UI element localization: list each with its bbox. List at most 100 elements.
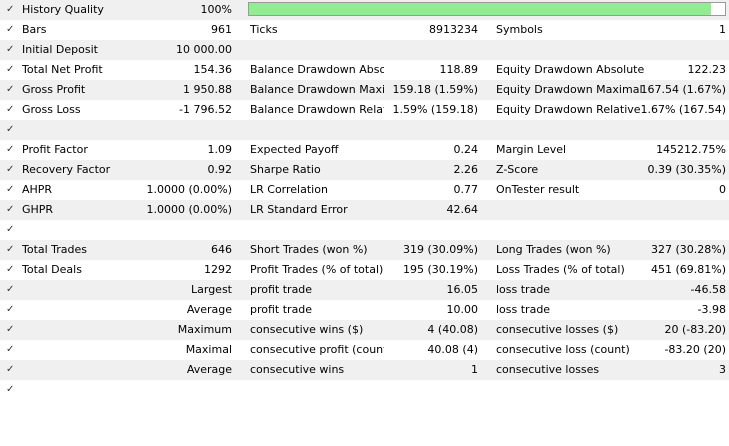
average-consecutive-group-label: Average	[186, 363, 232, 376]
total-trades-col3-value: 327 (30.28%)	[650, 243, 726, 256]
row-largest[interactable]: ✓ Largest profit trade 16.05 loss trade -46.5…	[0, 280, 729, 300]
maximum-col2-value: 4 (40.08)	[427, 323, 478, 336]
total-deals-col3-value: 451 (69.81%)	[650, 263, 726, 276]
ahpr-col2-value: 0.77	[453, 183, 479, 196]
recovery-factor-col3-value: 0.39 (30.35%)	[647, 163, 726, 176]
history-quality-bar	[248, 2, 726, 16]
total-net-profit-col2-value: 118.89	[439, 63, 479, 76]
total-net-profit-col3-value: 122.23	[687, 63, 727, 76]
maximal-col2-value: 40.08 (4)	[427, 343, 478, 356]
gross-profit-col2-value: 159.18 (1.59%)	[392, 83, 478, 96]
row-history-quality[interactable]: ✓ History Quality 100%	[0, 0, 729, 20]
row-gross-profit[interactable]: ✓ Gross Profit 1 950.88 Balance Drawdown Ma…	[0, 80, 729, 100]
recovery-factor-col2-value: 2.26	[453, 163, 479, 176]
row-blank-2[interactable]: ✓	[0, 220, 729, 240]
check-icon: ✓	[6, 244, 15, 255]
row-total-net-profit[interactable]: ✓ Total Net Profit 154.36 Balance Drawdown …	[0, 60, 729, 80]
maximal-col3-value: -83.20 (20)	[664, 343, 726, 356]
gross-profit-col3-value: 167.54 (1.67%)	[640, 83, 726, 96]
row-gross-loss[interactable]: ✓ Gross Loss -1 796.52 Balance Drawdown Rel…	[0, 100, 729, 120]
recovery-factor-col2-label: Sharpe Ratio	[250, 163, 321, 176]
maximal-col2-label: consecutive profit (count)	[250, 343, 384, 356]
check-icon: ✓	[6, 284, 15, 295]
row-ghpr[interactable]: ✓ GHPR 1.0000 (0.00%) LR Standard Error 42.6…	[0, 200, 729, 220]
check-icon: ✓	[6, 4, 15, 15]
ghpr-col2-label: LR Standard Error	[250, 203, 348, 216]
maximum-col3-value: 20 (-83.20)	[664, 323, 726, 336]
bars-col2-label: Ticks	[250, 23, 278, 36]
profit-factor-col2-label: Expected Payoff	[250, 143, 339, 156]
maximal-group-label: Maximal	[185, 343, 232, 356]
row-blank-1[interactable]: ✓	[0, 120, 729, 140]
largest-col2-label: profit trade	[250, 283, 313, 296]
gross-loss-col3-value: 1.67% (167.54)	[640, 103, 726, 116]
check-icon: ✓	[6, 104, 15, 115]
largest-col2-value: 16.05	[446, 283, 479, 296]
bars-col2-value: 8913234	[429, 23, 478, 36]
row-total-deals[interactable]: ✓ Total Deals 1292 Profit Trades (% of tota…	[0, 260, 729, 280]
row-initial-deposit[interactable]: ✓ Initial Deposit 10 000.00	[0, 40, 729, 60]
ahpr-value: 1.0000 (0.00%)	[146, 183, 232, 196]
maximum-col2-label: consecutive wins ($)	[250, 323, 364, 336]
check-icon: ✓	[6, 164, 15, 175]
row-blank-3[interactable]: ✓	[0, 380, 729, 400]
largest-group-label: Largest	[191, 283, 232, 296]
backtest-report-table: ✓ History Quality 100% ✓ Bars 961 Ticks 8913…	[0, 0, 729, 446]
ahpr-col2-label: LR Correlation	[250, 183, 328, 196]
gross-loss-col2-label: Balance Drawdown Relati...	[250, 103, 384, 116]
check-icon: ✓	[6, 264, 15, 275]
ghpr-col2-value: 42.64	[446, 203, 479, 216]
total-net-profit-value: 154.36	[193, 63, 233, 76]
recovery-factor-value: 0.92	[207, 163, 233, 176]
total-deals-col2-label: Profit Trades (% of total)	[250, 263, 384, 276]
profit-factor-col3-value: 145212.75%	[656, 143, 726, 156]
gross-loss-value: -1 796.52	[179, 103, 232, 116]
bars-col3-value: 1	[719, 23, 726, 36]
check-icon: ✓	[6, 224, 15, 235]
row-recovery-factor[interactable]: ✓ Recovery Factor 0.92 Sharpe Ratio 2.26 Z-Sc…	[0, 160, 729, 180]
total-trades-col2-value: 319 (30.09%)	[402, 243, 478, 256]
check-icon: ✓	[6, 184, 15, 195]
average-consecutive-col2-label: consecutive wins	[250, 363, 345, 376]
average-consecutive-col2-value: 1	[471, 363, 478, 376]
total-deals-col2-value: 195 (30.19%)	[402, 263, 478, 276]
row-profit-factor[interactable]: ✓ Profit Factor 1.09 Expected Payoff 0.24 Mar…	[0, 140, 729, 160]
row-maximum[interactable]: ✓ Maximum consecutive wins ($) 4 (40.08) con…	[0, 320, 729, 340]
history-quality-value: 100%	[200, 3, 232, 16]
average-consecutive-col3-value: 3	[719, 363, 726, 376]
check-icon: ✓	[6, 304, 15, 315]
largest-col3-value: -46.58	[690, 283, 726, 296]
total-trades-value: 646	[211, 243, 232, 256]
check-icon: ✓	[6, 44, 15, 55]
row-ahpr[interactable]: ✓ AHPR 1.0000 (0.00%) LR Correlation 0.77 OnT…	[0, 180, 729, 200]
check-icon: ✓	[6, 124, 15, 135]
history-quality-bar-fill	[249, 3, 711, 15]
stats-rows: ✓ Bars 961 Ticks 8913234 Symbols 1 ✓ Initial Dep…	[0, 20, 729, 400]
check-icon: ✓	[6, 324, 15, 335]
maximum-group-label: Maximum	[177, 323, 232, 336]
average-col2-value: 10.00	[446, 303, 479, 316]
total-deals-value: 1292	[204, 263, 232, 276]
total-trades-col2-label: Short Trades (won %)	[250, 243, 368, 256]
profit-factor-value: 1.09	[207, 143, 233, 156]
initial-deposit-value: 10 000.00	[176, 43, 232, 56]
average-col2-label: profit trade	[250, 303, 313, 316]
row-average[interactable]: ✓ Average profit trade 10.00 loss trade -3.98	[0, 300, 729, 320]
check-icon: ✓	[6, 384, 15, 395]
row-total-trades[interactable]: ✓ Total Trades 646 Short Trades (won %) 319 …	[0, 240, 729, 260]
ghpr-value: 1.0000 (0.00%)	[146, 203, 232, 216]
check-icon: ✓	[6, 64, 15, 75]
check-icon: ✓	[6, 364, 15, 375]
check-icon: ✓	[6, 84, 15, 95]
profit-factor-col2-value: 0.24	[453, 143, 479, 156]
row-bars[interactable]: ✓ Bars 961 Ticks 8913234 Symbols 1	[0, 20, 729, 40]
row-maximal[interactable]: ✓ Maximal consecutive profit (count) 40.08 …	[0, 340, 729, 360]
check-icon: ✓	[6, 204, 15, 215]
check-icon: ✓	[6, 144, 15, 155]
average-group-label: Average	[186, 303, 232, 316]
gross-profit-value: 1 950.88	[183, 83, 232, 96]
check-icon: ✓	[6, 344, 15, 355]
bars-value: 961	[211, 23, 232, 36]
row-average-consecutive[interactable]: ✓ Average consecutive wins 1 consecutive los…	[0, 360, 729, 380]
check-icon: ✓	[6, 24, 15, 35]
